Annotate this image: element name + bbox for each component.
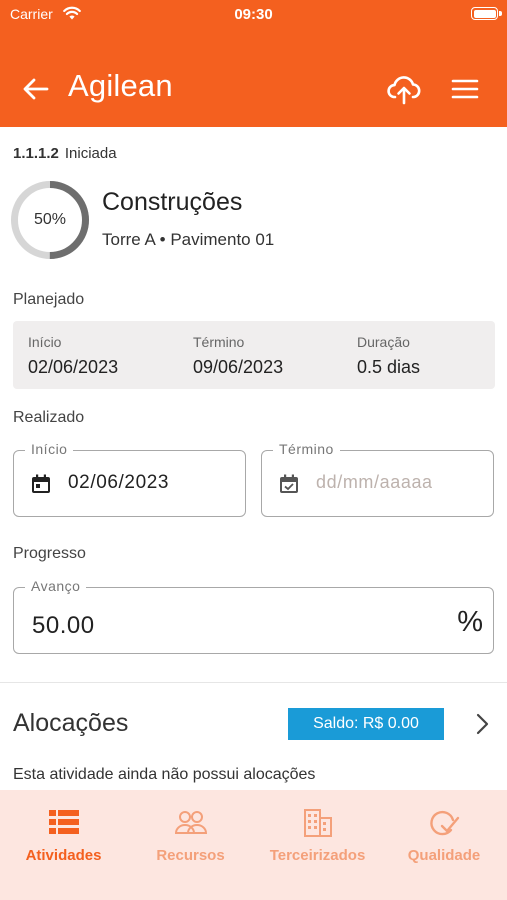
tab-label: Recursos (156, 847, 225, 864)
progress-input-field[interactable]: Avanço 50.00 % (13, 578, 494, 654)
realized-start-value: 02/06/2023 (68, 472, 170, 493)
realized-end-placeholder: dd/mm/aaaaa (316, 472, 433, 492)
tab-label: Terceirizados (269, 847, 366, 864)
realized-end-label: Término (273, 441, 340, 457)
activity-status: Iniciada (64, 145, 117, 162)
planned-section-label: Planejado (13, 291, 85, 308)
tab-recursos[interactable]: Recursos (127, 790, 254, 900)
building-icon (303, 809, 332, 837)
tab-atividades[interactable]: Atividades (0, 790, 127, 900)
tab-label: Qualidade (407, 847, 481, 864)
realized-section-label: Realizado (13, 409, 85, 426)
allocations-title: Alocações (13, 709, 129, 737)
activity-code-status: 1.1.1.2 Iniciada (13, 145, 117, 162)
planned-duration-label: Duração (357, 334, 410, 350)
progress-field-label: Avanço (25, 578, 87, 594)
allocations-empty-message: Esta atividade ainda não possui alocaçõe… (13, 766, 316, 783)
tab-terceirizados[interactable]: Terceirizados (254, 790, 381, 900)
planned-start-label: Início (28, 334, 62, 350)
planned-end-label: Término (193, 334, 245, 350)
planned-summary-card: Início 02/06/2023 Término 09/06/2023 Dur… (13, 321, 495, 389)
cloud-upload-icon[interactable] (386, 72, 422, 106)
balance-badge: Saldo: R$ 0.00 (288, 708, 444, 740)
calendar-icon (32, 474, 50, 493)
app-logo: Agilean (68, 68, 173, 103)
progress-section-label: Progresso (13, 545, 86, 562)
status-bar: Carrier 09:30 (0, 5, 507, 25)
realized-start-field[interactable]: Início 02/06/2023 (13, 441, 246, 517)
app-header: Carrier 09:30 Agilean (0, 0, 507, 127)
quality-check-icon (430, 810, 460, 836)
bottom-tab-bar: Atividades Recursos Terceirizados Qualid… (0, 790, 507, 900)
battery-icon (471, 7, 502, 20)
tab-qualidade[interactable]: Qualidade (381, 790, 507, 900)
chevron-right-icon[interactable] (470, 712, 494, 736)
list-icon (48, 810, 79, 834)
realized-start-label: Início (25, 441, 74, 457)
calendar-check-icon (280, 474, 298, 493)
activity-code: 1.1.1.2 (13, 145, 59, 162)
tab-label: Atividades (25, 847, 102, 864)
progress-percent-label: 50% (33, 211, 67, 228)
section-divider (0, 682, 507, 683)
activity-title: Construções (102, 188, 243, 216)
arrow-left-icon[interactable] (20, 73, 52, 105)
status-time: 09:30 (234, 6, 273, 23)
people-icon (174, 811, 207, 834)
activity-location: Torre A • Pavimento 01 (102, 230, 275, 249)
realized-end-field[interactable]: Término dd/mm/aaaaa (261, 441, 494, 517)
planned-duration-value: 0.5 dias (357, 357, 421, 377)
progress-input-value: 50.00 (32, 612, 95, 639)
planned-start-value: 02/06/2023 (28, 357, 119, 377)
planned-end-value: 09/06/2023 (193, 357, 284, 377)
percent-unit: % (457, 606, 483, 638)
hamburger-menu-icon[interactable] (450, 76, 480, 102)
